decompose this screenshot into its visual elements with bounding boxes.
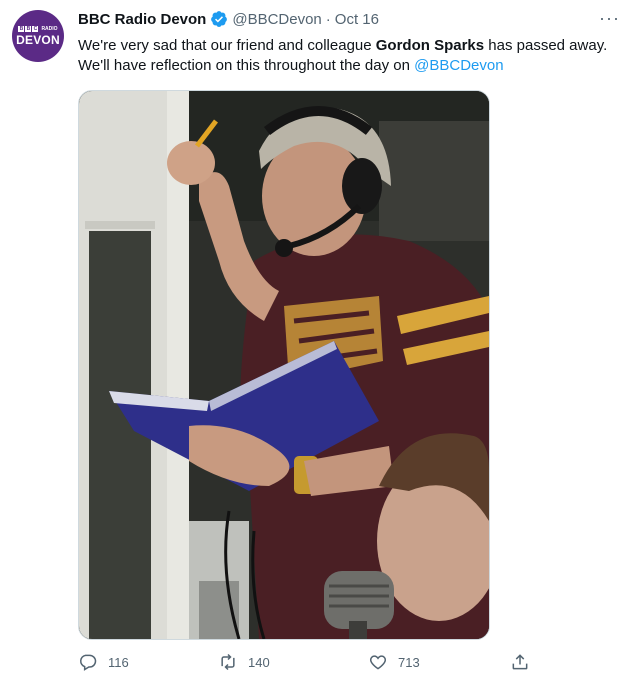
photo-illustration bbox=[79, 91, 489, 639]
tweet-text: We're very sad that our friend and colle… bbox=[78, 36, 608, 76]
reply-icon bbox=[80, 654, 97, 671]
author-name[interactable]: BBC Radio Devon bbox=[78, 11, 206, 28]
tweet-text-part: We're very sad that our friend and colle… bbox=[78, 37, 376, 54]
like-icon bbox=[369, 655, 387, 670]
more-icon[interactable]: ··· bbox=[599, 8, 620, 29]
verified-badge-icon bbox=[211, 11, 228, 27]
tweet-date[interactable]: Oct 16 bbox=[335, 11, 379, 28]
avatar[interactable]: B B C RADIO DEVON bbox=[12, 10, 64, 62]
retweet-icon bbox=[221, 653, 235, 671]
like-action[interactable]: 713 bbox=[368, 652, 420, 672]
tweet-card: B B C RADIO DEVON BBC Radio Devon @BBCDe… bbox=[0, 0, 634, 686]
like-count: 713 bbox=[398, 654, 420, 670]
tweet-actions: 116 140 713 bbox=[78, 652, 538, 676]
author-handle[interactable]: @BBCDevon bbox=[232, 11, 321, 28]
reply-count: 116 bbox=[108, 654, 129, 670]
separator: · bbox=[325, 10, 331, 28]
share-action[interactable] bbox=[510, 652, 540, 672]
bbc-logo: B B C RADIO bbox=[18, 25, 58, 32]
retweet-count: 140 bbox=[248, 654, 270, 670]
retweet-action[interactable]: 140 bbox=[218, 652, 270, 672]
tweet-header: BBC Radio Devon @BBCDevon · Oct 16 bbox=[78, 10, 379, 28]
bold-name: Gordon Sparks bbox=[375, 37, 485, 54]
mention-link[interactable]: @BBCDevon bbox=[414, 57, 503, 74]
avatar-station-label: DEVON bbox=[16, 32, 60, 47]
tweet-photo[interactable] bbox=[78, 90, 490, 640]
share-icon bbox=[512, 654, 528, 670]
reply-action[interactable]: 116 bbox=[78, 652, 129, 672]
